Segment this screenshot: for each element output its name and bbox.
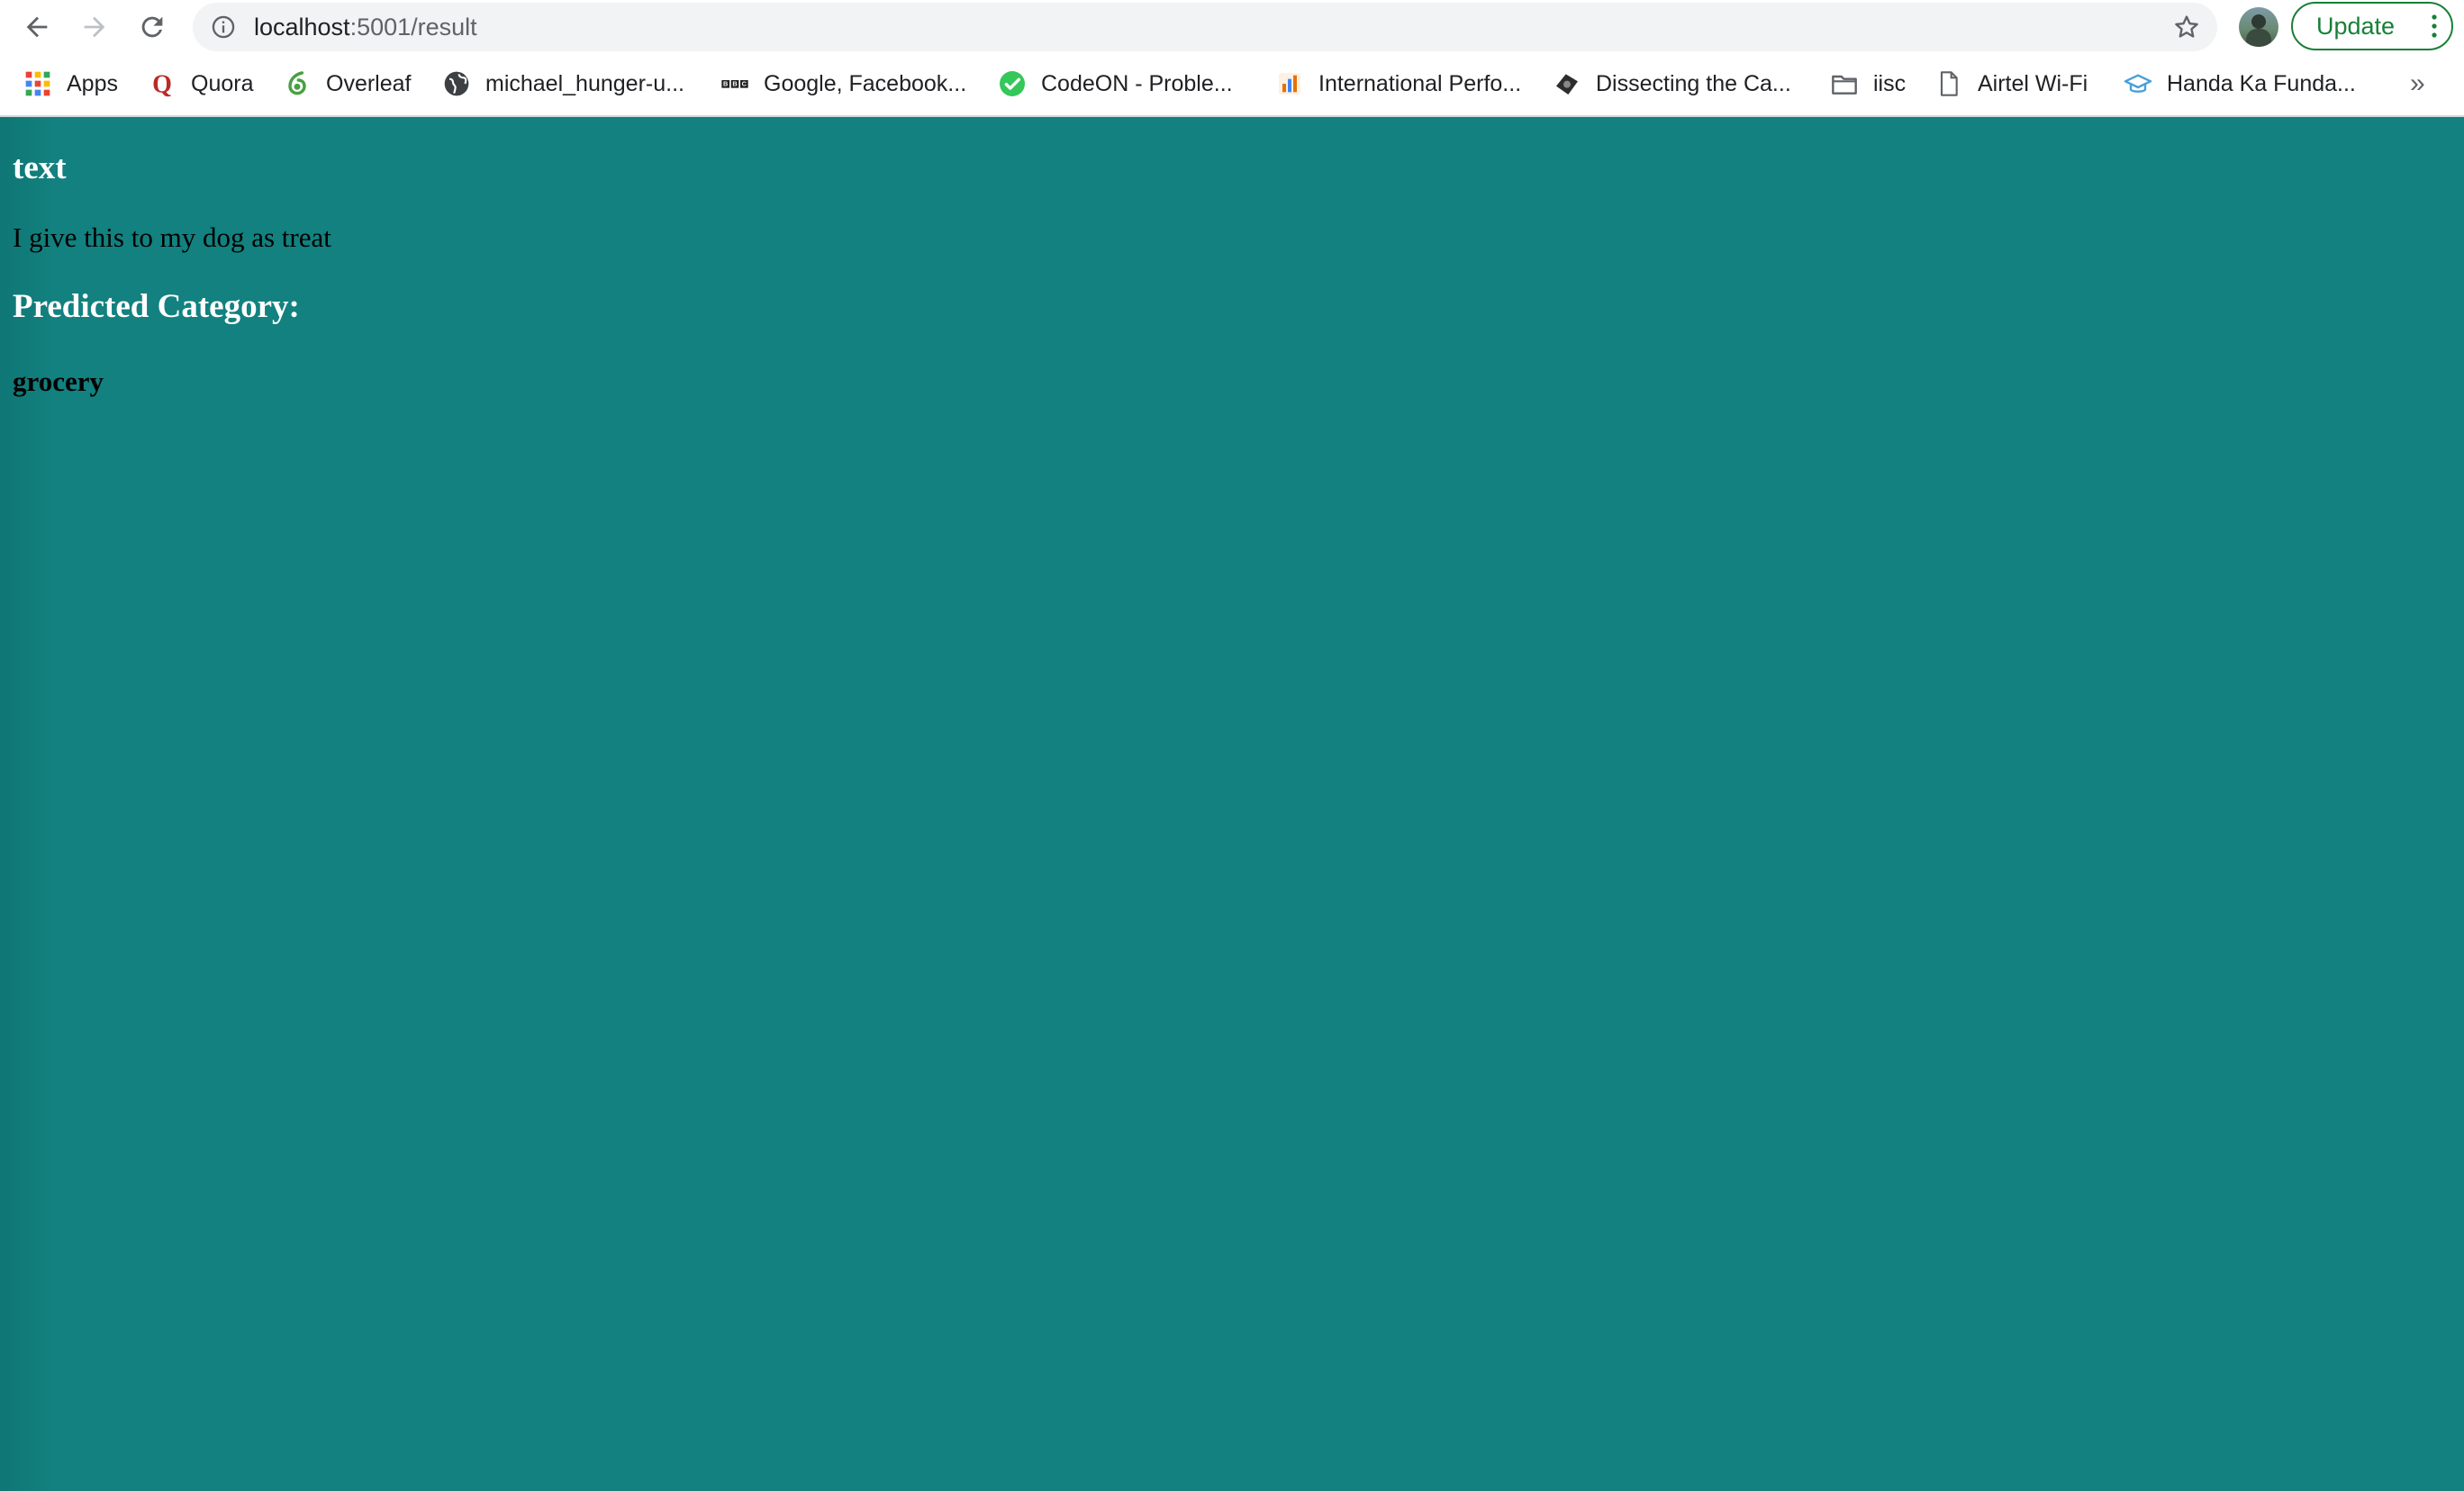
bbc-icon: B B C [720, 69, 749, 98]
forward-button[interactable] [73, 5, 116, 49]
url-host: localhost [254, 14, 350, 41]
bookmark-iisc[interactable]: iisc [1830, 52, 1906, 115]
bookmark-codeon[interactable]: CodeON - Proble... [998, 52, 1233, 115]
kebab-menu-icon [2432, 14, 2437, 38]
reload-button[interactable] [131, 5, 174, 49]
svg-text:B: B [732, 80, 737, 88]
camera-icon [1553, 69, 1581, 98]
bookmark-label: Dissecting the Ca... [1596, 70, 1791, 96]
svg-text:C: C [742, 80, 747, 88]
input-heading: text [13, 149, 67, 186]
bookmark-label: Handa Ka Funda... [2167, 70, 2356, 96]
page-icon [1934, 69, 1963, 98]
bookmark-quora[interactable]: Q Quora [148, 52, 253, 115]
overleaf-icon [283, 69, 312, 98]
chart-icon [1275, 69, 1304, 98]
bookmark-label: iisc [1873, 70, 1907, 96]
bookmark-label: Overleaf [326, 70, 412, 96]
url-text[interactable]: localhost:5001/result [254, 3, 477, 51]
site-info-icon[interactable] [211, 14, 236, 40]
svg-text:B: B [723, 80, 728, 88]
bookmark-handa[interactable]: Handa Ka Funda... [2124, 52, 2356, 115]
result-page: text I give this to my dog as treat Pred… [0, 117, 2464, 1491]
bookmarks-overflow-button[interactable]: » [2410, 52, 2425, 115]
bookmark-dissecting[interactable]: Dissecting the Ca... [1553, 52, 1791, 115]
avatar-body [2246, 29, 2271, 47]
graduation-cap-icon [2124, 69, 2152, 98]
back-button[interactable] [15, 5, 59, 49]
bookmark-label: CodeON - Proble... [1041, 70, 1233, 96]
address-bar[interactable]: localhost:5001/result [193, 3, 2217, 51]
bookmark-michael-hunger[interactable]: michael_hunger-u... [442, 52, 684, 115]
predicted-category: grocery [13, 366, 104, 397]
update-label: Update [2316, 12, 2396, 40]
profile-avatar[interactable] [2239, 7, 2278, 47]
bookmark-label: International Perfo... [1318, 70, 1522, 96]
check-circle-icon [998, 69, 1027, 98]
bookmarks-bar: Apps Q Quora Overleaf michael_hunger-u..… [0, 52, 2464, 117]
bookmark-star-icon[interactable] [2172, 13, 2201, 41]
globe-icon [442, 69, 471, 98]
bookmark-label: michael_hunger-u... [485, 70, 684, 96]
input-text: I give this to my dog as treat [13, 221, 331, 253]
folder-icon [1830, 69, 1859, 98]
url-path: :5001/result [349, 14, 477, 41]
bookmark-apps[interactable]: Apps [23, 52, 118, 115]
bookmark-label: Google, Facebook... [764, 70, 967, 96]
bookmark-overleaf[interactable]: Overleaf [283, 52, 411, 115]
chevron-double-right-icon: » [2410, 68, 2425, 98]
browser-toolbar: localhost:5001/result Update [0, 0, 2464, 52]
prediction-heading: Predicted Category: [13, 288, 300, 325]
bookmark-label: Apps [67, 70, 118, 96]
quora-icon: Q [148, 69, 177, 98]
bookmark-google-facebook[interactable]: B B C Google, Facebook... [720, 52, 966, 115]
update-button[interactable]: Update [2291, 2, 2453, 50]
reload-icon [141, 16, 163, 38]
apps-grid-icon [23, 69, 52, 98]
bookmark-international[interactable]: International Perfo... [1275, 52, 1521, 115]
bookmark-label: Quora [191, 70, 254, 96]
bookmark-airtel[interactable]: Airtel Wi-Fi [1934, 52, 2088, 115]
svg-text:Q: Q [152, 70, 172, 98]
forward-arrow-icon [84, 16, 105, 38]
avatar-head [2251, 14, 2266, 29]
back-arrow-icon [26, 16, 48, 38]
bookmark-label: Airtel Wi-Fi [1978, 70, 2088, 96]
